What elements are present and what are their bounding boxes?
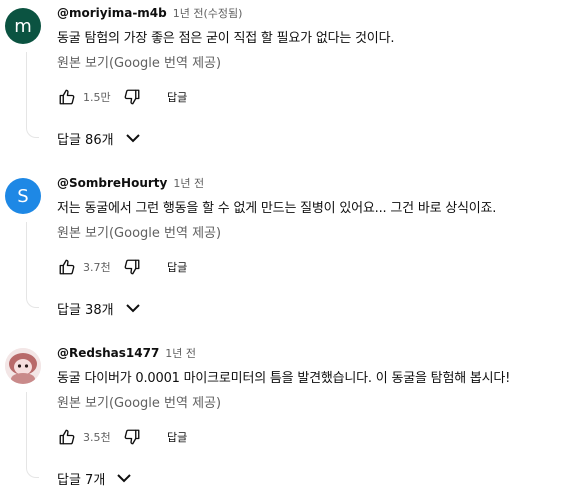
thumbs-up-icon [59,259,75,275]
dislike-button[interactable] [122,427,142,447]
comment-thread: m @moriyima-m4b 1년 전(수정됨) 동굴 탐험의 가장 좋은 점… [0,4,584,159]
like-count: 3.7천 [83,261,111,274]
comment-header: @moriyima-m4b 1년 전(수정됨) [57,4,242,22]
dislike-button[interactable] [122,87,142,107]
thumbs-up-icon [59,429,75,445]
replies-count-label: 답글 7개 [57,472,106,488]
reply-button[interactable]: 답글 [167,259,187,275]
replies-count-label: 답글 38개 [57,302,114,318]
replies-count-label: 답글 86개 [57,132,114,148]
view-replies-button[interactable]: 답글 38개 [57,298,140,318]
comment-actions: 1.5만 답글 [57,85,187,109]
avatar[interactable]: m [5,8,41,44]
like-button[interactable] [57,87,77,107]
comment-time[interactable]: 1년 전 [165,345,196,361]
like-count: 1.5만 [83,91,111,104]
comment-header: @Redshas1477 1년 전 [57,344,196,362]
thread-connector [26,222,39,308]
comment-actions: 3.5천 답글 [57,425,187,449]
comment-thread: S @SombreHourty 1년 전 저는 동굴에서 그런 행동을 할 수 … [0,174,584,329]
avatar[interactable] [5,348,41,384]
chevron-down-icon [125,133,140,143]
like-count: 3.5천 [83,431,111,444]
thread-connector [26,392,39,478]
comment-time[interactable]: 1년 전 [173,175,204,191]
reply-button[interactable]: 답글 [167,89,187,105]
comment-text: 동굴 탐험의 가장 좋은 점은 굳이 직접 할 필요가 없다는 것이다. [57,31,395,46]
thumbs-down-icon [124,429,140,445]
chevron-down-icon [125,303,140,313]
thumbs-down-icon [124,89,140,105]
thumbs-down-icon [124,259,140,275]
comment-actions: 3.7천 답글 [57,255,187,279]
avatar-letter: S [17,185,29,207]
like-button[interactable] [57,427,77,447]
thread-connector [26,52,39,138]
author-name[interactable]: @SombreHourty [57,176,167,190]
reply-button[interactable]: 답글 [167,429,187,445]
dislike-button[interactable] [122,257,142,277]
like-button[interactable] [57,257,77,277]
comment-text: 동굴 다이버가 0.0001 마이크로미터의 틈을 발견했습니다. 이 동굴을 … [57,371,511,386]
comment-header: @SombreHourty 1년 전 [57,174,204,192]
author-name[interactable]: @moriyima-m4b [57,6,167,20]
comments-section: m @moriyima-m4b 1년 전(수정됨) 동굴 탐험의 가장 좋은 점… [0,0,584,497]
view-original-link[interactable]: 원본 보기(Google 번역 제공) [57,52,221,71]
chevron-down-icon [117,473,132,483]
view-original-link[interactable]: 원본 보기(Google 번역 제공) [57,222,221,241]
author-name[interactable]: @Redshas1477 [57,346,159,360]
view-original-link[interactable]: 원본 보기(Google 번역 제공) [57,392,221,411]
avatar-image [5,348,41,384]
view-replies-button[interactable]: 답글 86개 [57,128,140,148]
avatar[interactable]: S [5,178,41,214]
thumbs-up-icon [59,89,75,105]
avatar-letter: m [14,15,32,37]
comment-time[interactable]: 1년 전(수정됨) [173,5,243,21]
view-replies-button[interactable]: 답글 7개 [57,468,132,488]
comment-thread: @Redshas1477 1년 전 동굴 다이버가 0.0001 마이크로미터의… [0,344,584,497]
comment-text: 저는 동굴에서 그런 행동을 할 수 없게 만드는 질병이 있어요... 그건 … [57,201,497,216]
